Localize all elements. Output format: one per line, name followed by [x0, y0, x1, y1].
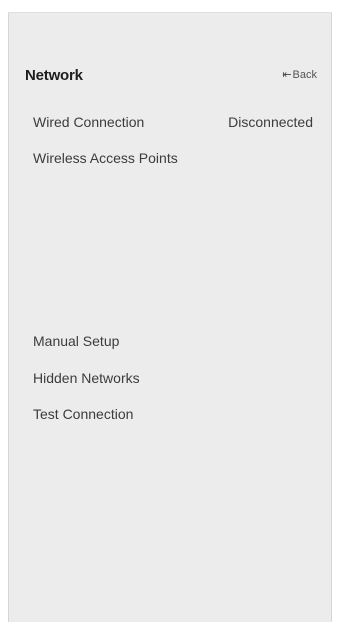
back-arrow-icon: ⇤ [282, 68, 292, 81]
test-connection-label: Test Connection [33, 406, 134, 422]
page-title: Network [25, 67, 83, 84]
menu-item-wireless-access-points[interactable]: Wireless Access Points [33, 147, 313, 169]
back-button[interactable]: ⇤ Back [282, 69, 317, 81]
manual-setup-label: Manual Setup [33, 333, 120, 349]
wireless-access-points-label: Wireless Access Points [33, 150, 178, 166]
menu-item-wired-connection[interactable]: Wired Connection Disconnected [33, 111, 313, 133]
network-settings-panel: Network ⇤ Back Wired Connection Disconne… [8, 12, 332, 622]
menu-item-manual-setup[interactable]: Manual Setup [33, 330, 313, 352]
wired-connection-label: Wired Connection [33, 114, 145, 130]
back-label: Back [292, 69, 317, 81]
hidden-networks-label: Hidden Networks [33, 370, 140, 386]
menu-item-test-connection[interactable]: Test Connection [33, 403, 313, 425]
menu-item-hidden-networks[interactable]: Hidden Networks [33, 367, 313, 389]
wired-connection-status: Disconnected [228, 114, 313, 130]
